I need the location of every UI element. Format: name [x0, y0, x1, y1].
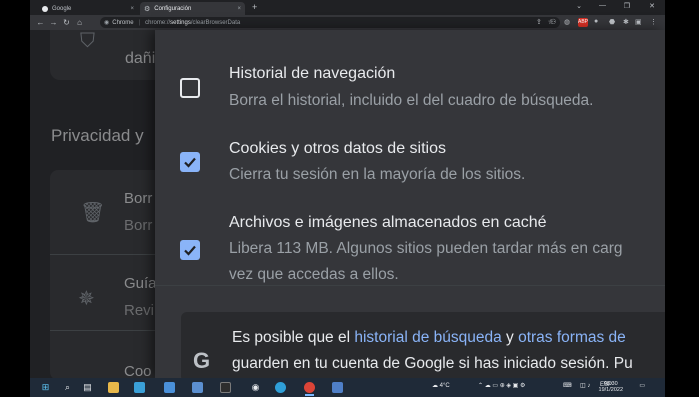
checkmark-icon — [184, 157, 196, 168]
share-icon[interactable]: ⇪ — [536, 19, 542, 26]
trash-icon: 🗑 — [80, 202, 106, 224]
google-favicon-icon — [42, 5, 48, 12]
tab-close-icon[interactable]: × — [237, 6, 241, 12]
close-window-button[interactable]: ✕ — [649, 2, 655, 10]
extensions-puzzle-icon[interactable]: ✱ — [623, 18, 629, 27]
windows-taskbar: ⊞ ⌕ ▤ ◉ ☁ 4°C ⌃ ☁ ▭ ⊕ ◈ ▣ ⚙ ⌨ ◫ ♪ ESP 08… — [30, 378, 665, 397]
settings-card-text: dañi — [125, 50, 156, 67]
option-description: Libera 113 MB. Algunos sitios pueden tar… — [229, 240, 623, 257]
other-activity-link[interactable]: otras formas de — [518, 329, 626, 346]
store-icon[interactable] — [134, 382, 145, 393]
privacy-row-subtitle: Borr — [124, 217, 153, 234]
keyboard-icon[interactable]: ⌨ — [563, 382, 572, 389]
option-title: Cookies y otros datos de sitios — [229, 140, 446, 157]
weather-widget[interactable]: ☁ 4°C — [432, 382, 450, 389]
back-button[interactable]: ← — [34, 18, 47, 27]
file-explorer-icon[interactable] — [108, 382, 119, 393]
address-scheme: chrome:// — [145, 19, 171, 26]
tab-label: Google — [52, 5, 72, 12]
google-g-icon: G — [193, 348, 211, 373]
privacy-row-title[interactable]: Guía — [124, 275, 157, 292]
address-bar[interactable]: ◉ Chrome | chrome://settings/clearBrowse… — [100, 17, 560, 28]
address-host: settings — [170, 19, 191, 26]
home-button[interactable]: ⌂ — [73, 18, 86, 27]
cache-checkbox[interactable] — [180, 240, 200, 260]
notice-text: Es posible que el — [232, 329, 355, 346]
forward-button[interactable]: → — [47, 18, 60, 27]
terminal-app-icon[interactable] — [220, 382, 231, 393]
obs-app-icon[interactable]: ◉ — [250, 382, 261, 393]
option-description: Borra el historial, incluido el del cuad… — [229, 92, 594, 109]
search-history-link[interactable]: historial de búsqueda — [354, 329, 501, 346]
checkmark-icon — [184, 245, 196, 256]
extension-icon[interactable]: ● — [594, 18, 598, 27]
chrome-site-icon[interactable]: ◉ — [104, 19, 109, 26]
edge-browser-icon[interactable] — [275, 382, 286, 393]
compass-icon: ✵ — [78, 288, 95, 310]
adblock-extension-icon[interactable]: ABP — [578, 18, 588, 27]
gear-icon: ⚙ — [144, 5, 151, 13]
dialog-divider — [155, 285, 665, 286]
privacy-heading: Privacidad y — [51, 126, 144, 145]
clock-date: 19/1/2022 — [598, 387, 623, 393]
option-title: Archivos e imágenes almacenados en caché — [229, 214, 547, 231]
clear-browsing-data-dialog: Historial de navegación Borra el histori… — [155, 30, 665, 378]
tab-search-icon[interactable]: ⌄ — [576, 2, 582, 10]
reload-button[interactable]: ↻ — [60, 18, 73, 27]
extension-icon[interactable]: ⚇ — [550, 18, 556, 27]
address-separator: | — [138, 19, 141, 26]
privacy-row-subtitle: Revi — [124, 302, 155, 319]
profile-icon[interactable]: ▣ — [635, 18, 642, 27]
address-path: /clearBrowserData — [190, 19, 241, 26]
tab-label: Configuración — [154, 5, 192, 12]
weather-temp: 4°C — [439, 383, 450, 389]
extension-icon[interactable]: ◍ — [564, 18, 570, 27]
tab-configuracion[interactable]: ⚙ Configuración × — [140, 2, 245, 15]
task-view-icon[interactable]: ▤ — [82, 382, 93, 393]
privacy-row-title[interactable]: Coo — [124, 363, 152, 378]
google-notice-text: Es posible que el historial de búsqueda … — [232, 325, 633, 377]
browser-window: Google × ⚙ Configuración × + ⌄ — ❐ ✕ ← →… — [30, 0, 665, 378]
option-title: Historial de navegación — [229, 65, 396, 82]
tab-strip: Google × ⚙ Configuración × + ⌄ — ❐ ✕ — [30, 0, 665, 15]
extension-icon[interactable]: ⬣ — [609, 18, 615, 27]
taskbar-clock[interactable]: 08:30 19/1/2022 — [599, 381, 623, 393]
new-tab-button[interactable]: + — [252, 2, 257, 12]
photos-app-icon[interactable] — [332, 382, 343, 393]
address-prefix: Chrome — [112, 19, 134, 26]
cookies-checkbox[interactable] — [180, 152, 200, 172]
menu-kebab-icon[interactable]: ⋮ — [650, 18, 657, 27]
windows-start-icon[interactable]: ⊞ — [40, 382, 51, 393]
tab-close-icon[interactable]: × — [130, 6, 134, 12]
calendar-app-icon[interactable] — [164, 382, 175, 393]
tab-google[interactable]: Google × — [38, 2, 138, 15]
restore-button[interactable]: ❐ — [624, 2, 630, 10]
volume-icon[interactable]: ◫ ♪ — [580, 382, 590, 389]
minimize-button[interactable]: — — [599, 2, 606, 9]
privacy-row-title[interactable]: Borr — [124, 190, 152, 207]
search-icon[interactable]: ⌕ — [62, 382, 73, 393]
history-checkbox[interactable] — [180, 78, 200, 98]
tray-icons[interactable]: ⌃ ☁ ▭ ⊕ ◈ ▣ ⚙ — [478, 382, 525, 389]
option-description: Cierra tu sesión en la mayoría de los si… — [229, 166, 526, 183]
notification-icon[interactable]: ▭ — [639, 382, 645, 389]
word-app-icon[interactable] — [192, 382, 203, 393]
notice-text: y — [501, 329, 519, 346]
chrome-browser-icon[interactable] — [304, 382, 315, 396]
shield-icon: ⛉ — [80, 30, 95, 52]
notice-text: guarden en tu cuenta de Google si has in… — [232, 355, 633, 372]
